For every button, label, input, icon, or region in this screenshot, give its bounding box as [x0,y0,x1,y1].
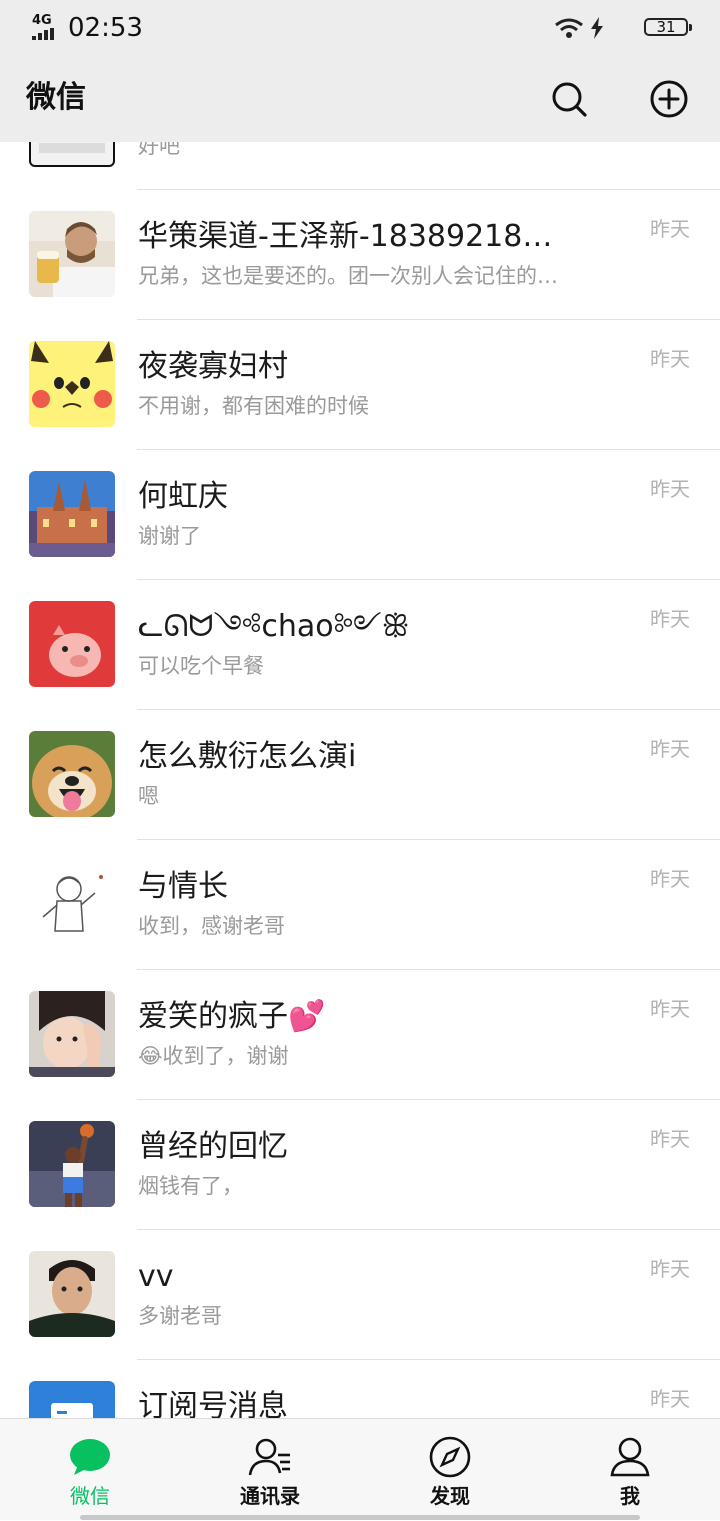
battery-level: 31 [656,18,676,36]
chat-row[interactable]: 夜袭寡妇村 不用谢，都有困难的时候 昨天 [0,320,720,450]
chat-preview: 烟钱有了， [138,1174,243,1198]
chat-preview: 不用谢，都有困难的时候 [138,394,369,418]
chat-time: 昨天 [650,1127,690,1151]
chat-name: 订阅号消息 [138,1389,288,1418]
page-title: 微信 [26,80,86,115]
person-icon [610,1437,650,1477]
chat-bubble-icon [70,1439,110,1475]
charging-icon [591,17,603,39]
tab-chats[interactable]: 微信 [0,1419,180,1521]
tab-label: 通讯录 [240,1484,300,1508]
chat-name: 怎么敷衍怎么演i [138,739,357,774]
chat-time: 昨天 [650,867,690,891]
home-indicator[interactable] [80,1515,640,1520]
tab-label: 我 [620,1484,640,1508]
chat-row[interactable]: 爱笑的疯子💕 😂收到了，谢谢 昨天 [0,970,720,1100]
chat-time: 昨天 [650,1387,690,1411]
search-icon[interactable] [548,78,590,120]
tab-label: 发现 [430,1484,470,1508]
chat-row[interactable]: 何虹庆 谢谢了 昨天 [0,450,720,580]
chat-name: 华策渠道-王泽新-18389218… [138,219,553,254]
chat-row[interactable]: 怎么敷衍怎么演i 嗯 昨天 [0,710,720,840]
tab-label: 微信 [70,1484,110,1508]
chat-time: 昨天 [650,607,690,631]
chat-row[interactable]: vv 多谢老哥 昨天 [0,1230,720,1360]
network-type: 4G [32,13,52,28]
chat-preview: 兄弟，这也是要还的。团一次别人会记住的… [138,264,558,288]
battery-icon: 31 [644,18,692,36]
chat-preview: 嗯 [138,784,159,808]
chat-avatar [29,1251,115,1337]
chat-row[interactable]: 华策渠道-王泽新-18389218… 兄弟，这也是要还的。团一次别人会记住的… … [0,190,720,320]
wifi-icon [555,18,583,38]
chat-row[interactable]: ᓚᘏᗢ༺chao༻ꕥ 可以吃个早餐 昨天 [0,580,720,710]
add-icon[interactable] [648,78,690,120]
chat-name: 何虹庆 [138,479,228,514]
chat-preview: 收到，感谢老哥 [138,914,285,938]
chat-preview: 多谢老哥 [138,1304,222,1328]
clock: 02:53 [68,13,143,43]
chat-avatar [29,991,115,1077]
chat-name: vv [138,1259,174,1294]
chat-row[interactable]: 订阅号消息 昨天 [0,1360,720,1418]
chat-time: 昨天 [650,347,690,371]
chat-name: 与情长 [138,869,228,904]
compass-icon [429,1436,471,1478]
chat-avatar [29,341,115,427]
chat-time: 昨天 [650,737,690,761]
cellular-signal-icon: 4G [32,14,62,40]
chat-avatar [29,731,115,817]
chat-row[interactable]: 好吧 [0,142,720,190]
chat-avatar [29,861,115,947]
chat-time: 昨天 [650,477,690,501]
chat-name: 曾经的回忆 [138,1129,288,1164]
chat-preview: 😂收到了，谢谢 [138,1044,289,1068]
chat-preview: 好吧 [138,142,180,158]
chat-name: 爱笑的疯子💕 [138,999,326,1034]
chat-avatar [29,211,115,297]
status-bar: 4G 02:53 31 [0,0,720,56]
chat-row[interactable]: 与情长 收到，感谢老哥 昨天 [0,840,720,970]
chat-avatar [29,1121,115,1207]
tab-me[interactable]: 我 [540,1419,720,1521]
chat-avatar [29,471,115,557]
chat-avatar [29,142,115,167]
chat-name: ᓚᘏᗢ༺chao༻ꕥ [138,609,410,644]
tab-discover[interactable]: 发现 [360,1419,540,1521]
tab-contacts[interactable]: 通讯录 [180,1419,360,1521]
subscription-icon [29,1381,115,1418]
chat-time: 昨天 [650,217,690,241]
chat-time: 昨天 [650,997,690,1021]
chat-avatar [29,601,115,687]
app-header: 微信 [0,56,720,142]
chat-name: 夜袭寡妇村 [138,349,288,384]
chat-list[interactable]: 好吧 华策渠道-王泽新-18389218… 兄弟，这也是要还的。团一次别人会记住… [0,142,720,1418]
chat-row[interactable]: 曾经的回忆 烟钱有了， 昨天 [0,1100,720,1230]
bottom-tab-bar: 微信 通讯录 发现 我 [0,1418,720,1520]
contacts-icon [248,1438,290,1476]
chat-preview: 可以吃个早餐 [138,654,264,678]
chat-preview: 谢谢了 [138,524,201,548]
chat-time: 昨天 [650,1257,690,1281]
